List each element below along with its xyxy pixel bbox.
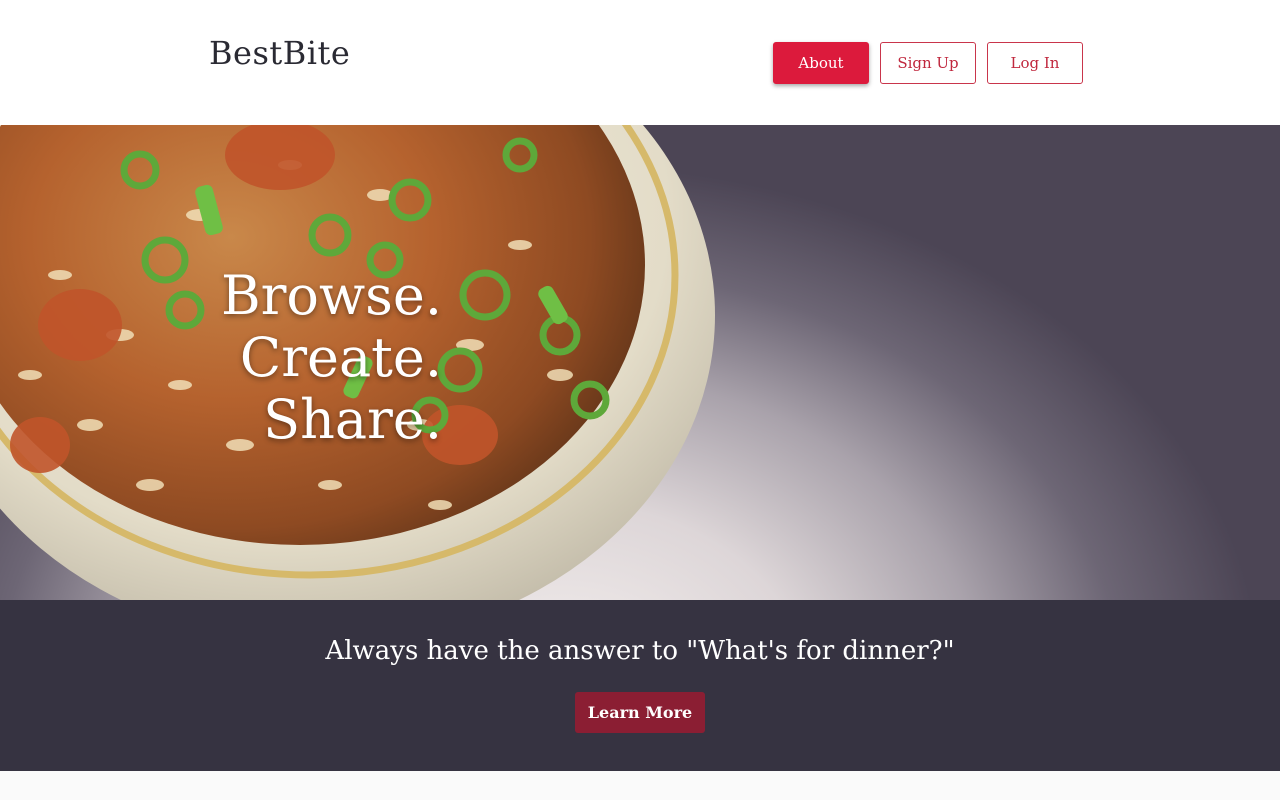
banner-tagline: Always have the answer to "What's for di… xyxy=(325,636,955,666)
about-button[interactable]: About xyxy=(773,42,869,84)
page-bottom-strip xyxy=(0,771,1280,800)
learn-more-button[interactable]: Learn More xyxy=(575,692,705,733)
hero-line-create: Create. xyxy=(239,326,442,389)
sign-up-button[interactable]: Sign Up xyxy=(880,42,976,84)
site-logo[interactable]: BestBite xyxy=(209,34,350,72)
hero-section: Browse. Create. Share. xyxy=(0,125,1280,600)
hero-line-share: Share. xyxy=(263,388,442,451)
cta-banner: Always have the answer to "What's for di… xyxy=(0,600,1280,771)
site-header: BestBite About Sign Up Log In xyxy=(0,0,1280,125)
top-nav: About Sign Up Log In xyxy=(773,42,1083,84)
hero-line-browse: Browse. xyxy=(220,264,442,327)
log-in-button[interactable]: Log In xyxy=(987,42,1083,84)
hero-headline: Browse. Create. Share. xyxy=(160,265,442,451)
